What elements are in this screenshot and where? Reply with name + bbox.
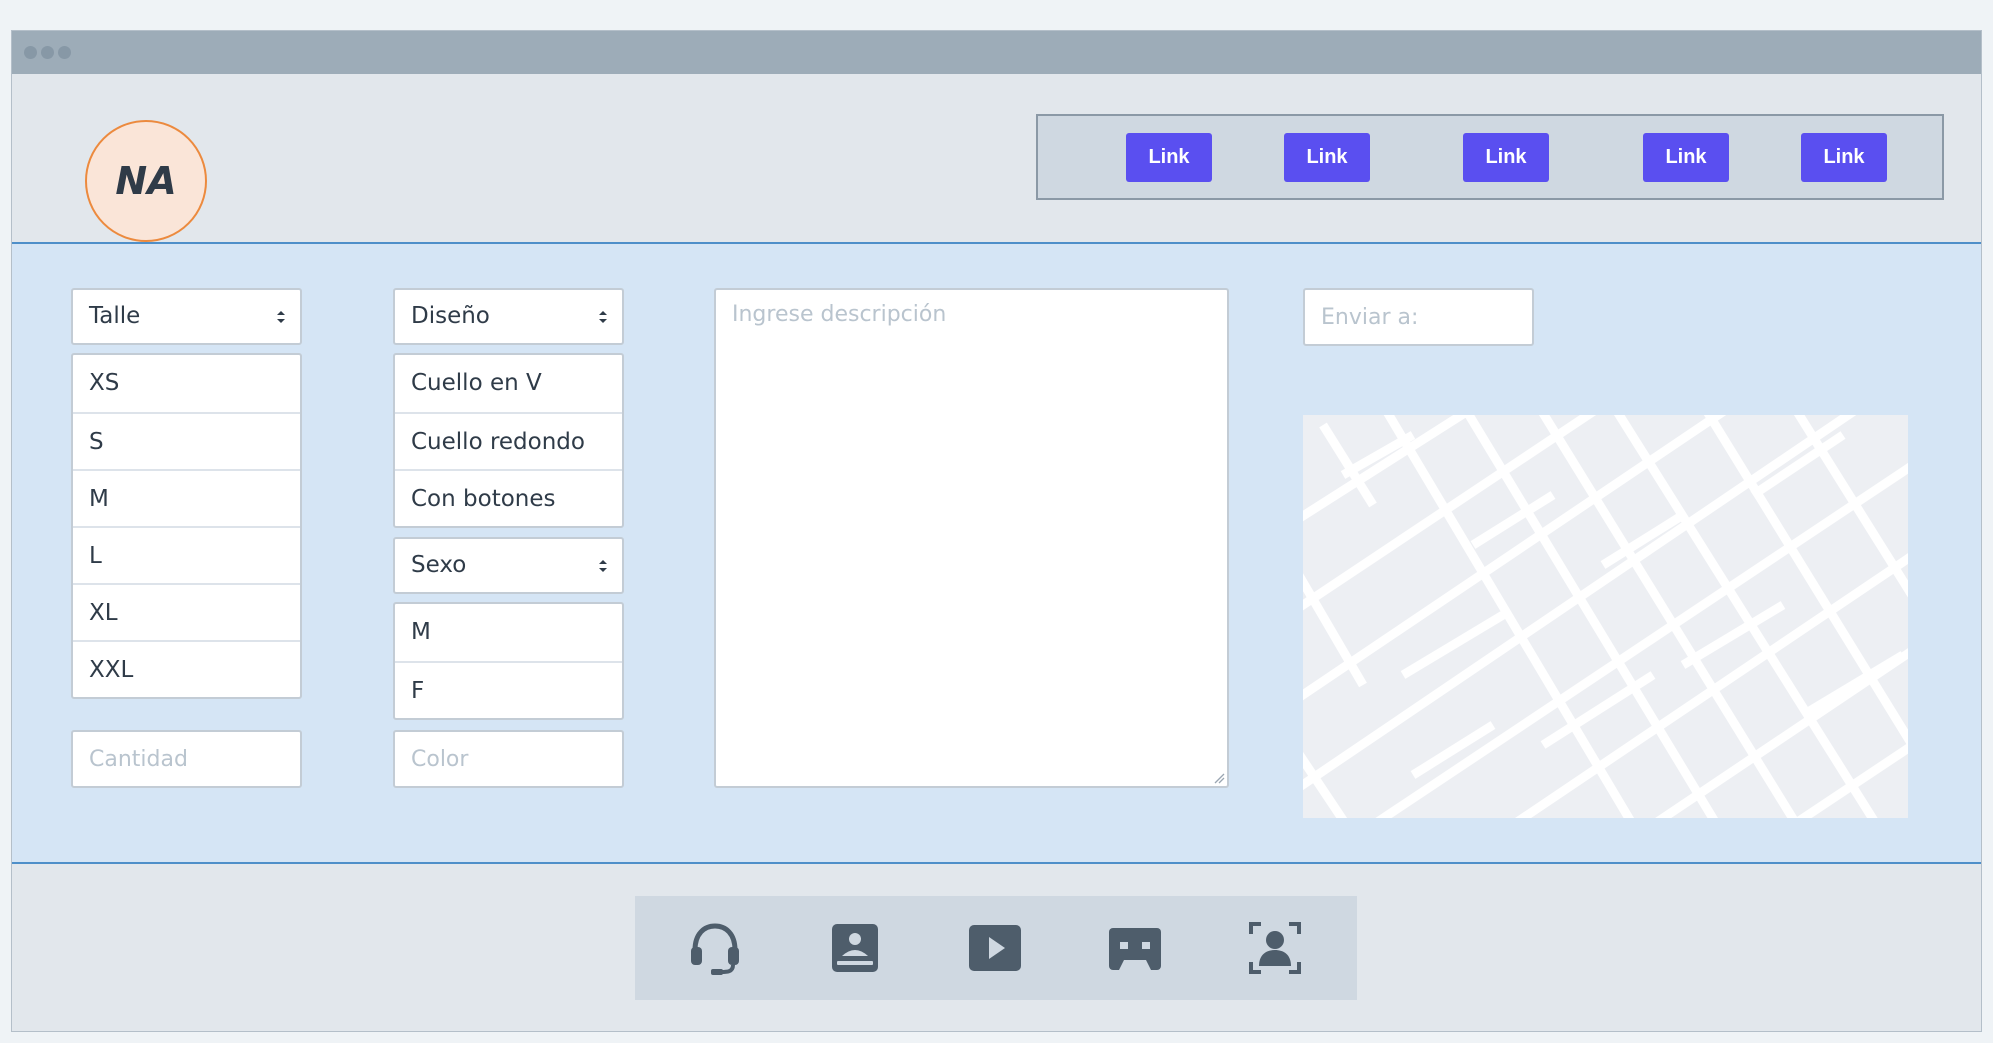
sexo-select[interactable]: Sexo	[393, 537, 624, 594]
map[interactable]	[1303, 415, 1908, 818]
cassette-icon[interactable]	[1105, 918, 1165, 978]
talle-option-xl[interactable]: XL	[73, 583, 300, 640]
select-arrows-icon	[599, 560, 607, 572]
diseno-options: Cuello en V Cuello redondo Con botones	[393, 353, 624, 528]
select-arrows-icon	[277, 311, 285, 323]
cantidad-input[interactable]	[71, 730, 302, 788]
talle-select-label: Talle	[89, 303, 141, 329]
face-scan-icon[interactable]	[1245, 918, 1305, 978]
sexo-options: M F	[393, 602, 624, 720]
diseno-select-label: Diseño	[411, 303, 490, 329]
sexo-select-label: Sexo	[411, 552, 467, 578]
talle-option-l[interactable]: L	[73, 526, 300, 583]
talle-option-s[interactable]: S	[73, 412, 300, 469]
footer-toolbar	[635, 896, 1357, 1000]
headset-icon[interactable]	[685, 918, 745, 978]
nav-link-3[interactable]: Link	[1463, 133, 1549, 182]
talle-option-xxl[interactable]: XXL	[73, 640, 300, 697]
nav-bar: Link Link Link Link Link	[1036, 114, 1944, 200]
diseno-option-cuello-redondo[interactable]: Cuello redondo	[395, 412, 622, 469]
order-form: Talle XS S M L XL XXL Diseño Cuello en V…	[12, 242, 1981, 864]
window-dot	[24, 46, 37, 59]
descripcion-textarea[interactable]	[714, 288, 1229, 788]
select-arrows-icon	[599, 311, 607, 323]
color-input[interactable]	[393, 730, 624, 788]
webcam-icon[interactable]	[825, 918, 885, 978]
play-video-icon[interactable]	[965, 918, 1025, 978]
nav-link-2[interactable]: Link	[1284, 133, 1370, 182]
diseno-option-cuello-v[interactable]: Cuello en V	[395, 355, 622, 412]
talle-option-m[interactable]: M	[73, 469, 300, 526]
sexo-option-f[interactable]: F	[395, 661, 622, 718]
map-streets	[1303, 415, 1908, 818]
browser-window: NA Link Link Link Link Link Talle XS S M…	[11, 30, 1982, 1032]
nav-link-1[interactable]: Link	[1126, 133, 1212, 182]
talle-select[interactable]: Talle	[71, 288, 302, 345]
window-dot	[58, 46, 71, 59]
nav-link-4[interactable]: Link	[1643, 133, 1729, 182]
logo: NA	[85, 120, 207, 242]
window-dot	[41, 46, 54, 59]
talle-option-xs[interactable]: XS	[73, 355, 300, 412]
sexo-option-m[interactable]: M	[395, 604, 622, 661]
resize-grip-icon[interactable]	[1213, 772, 1225, 784]
nav-link-5[interactable]: Link	[1801, 133, 1887, 182]
diseno-option-con-botones[interactable]: Con botones	[395, 469, 622, 526]
enviar-a-input[interactable]	[1303, 288, 1534, 346]
window-titlebar	[12, 31, 1981, 74]
diseno-select[interactable]: Diseño	[393, 288, 624, 345]
talle-options: XS S M L XL XXL	[71, 353, 302, 699]
